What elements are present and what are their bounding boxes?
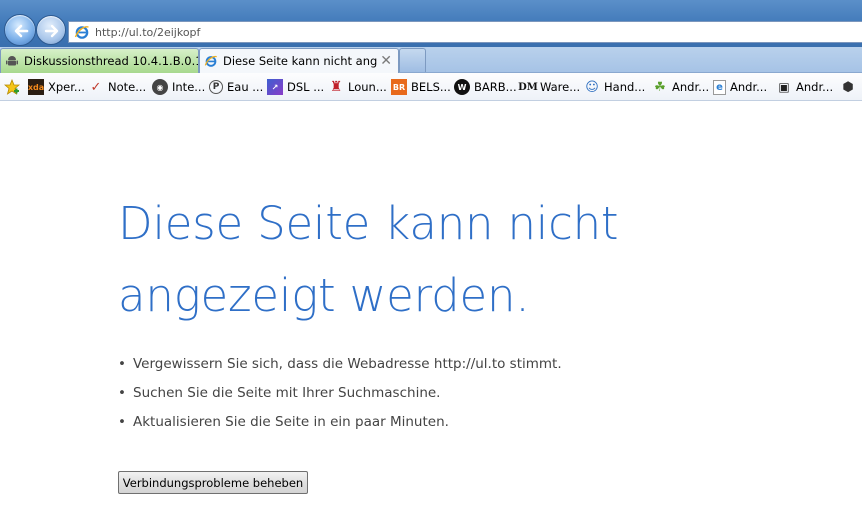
fix-connection-button[interactable]: Verbindungsprobleme beheben xyxy=(118,471,308,494)
new-tab-button[interactable] xyxy=(399,48,426,72)
tab-label: Diskussionsthread 10.4.1.B.0.10... xyxy=(24,54,198,68)
tab-error-page[interactable]: Diese Seite kann nicht ange... ✕ xyxy=(199,48,399,73)
favorite-label: BELS... xyxy=(411,80,451,94)
tab-label: Diese Seite kann nicht ange... xyxy=(223,54,378,68)
close-icon[interactable]: ✕ xyxy=(380,53,392,69)
list-item: • Vergewissern Sie sich, dass die Webadre… xyxy=(118,350,562,379)
chair-icon: ♜ xyxy=(329,79,343,95)
favorite-xper[interactable]: xda Xper... xyxy=(28,73,85,101)
favorites-star-icon[interactable] xyxy=(4,79,20,95)
favorite-label: Andr... xyxy=(796,80,834,94)
notebook-icon: ✓ xyxy=(90,79,102,95)
favorite-note[interactable]: ✓ Note... xyxy=(88,73,147,101)
favorite-label: Eau ... xyxy=(227,80,264,94)
favorite-label: BARB... xyxy=(474,80,517,94)
favorite-label: DSL ... xyxy=(287,80,325,94)
ie-icon xyxy=(204,55,217,67)
favorite-label: Note... xyxy=(108,80,147,94)
favorite-overflow[interactable]: ⬢ xyxy=(840,73,860,101)
favorite-loun[interactable]: ♜ Loun... xyxy=(328,73,387,101)
xda-icon: xda xyxy=(28,79,44,95)
favorite-bels[interactable]: BR BELS... xyxy=(391,73,451,101)
favorite-label: Loun... xyxy=(348,80,387,94)
favorite-hand[interactable]: ☺ Hand... xyxy=(584,73,645,101)
barb-icon: W xyxy=(454,79,470,95)
ie-page-icon: e xyxy=(713,79,726,95)
tab-diskussionsthread[interactable]: Diskussionsthread 10.4.1.B.0.10... xyxy=(0,48,199,73)
list-item: • Suchen Sie die Seite mit Ihrer Suchmasc… xyxy=(118,379,562,408)
bullet-icon: • xyxy=(118,356,126,372)
favorite-eau[interactable]: P Eau ... xyxy=(209,73,263,101)
favorites-bar: xda Xper... ✓ Note... ◉ Inte... P Eau ..… xyxy=(0,73,862,101)
favorite-andr-2[interactable]: e Andr... xyxy=(713,73,767,101)
ie-icon xyxy=(74,26,89,39)
suggestion-list: • Vergewissern Sie sich, dass die Webadre… xyxy=(118,350,562,437)
favorite-label: Andr... xyxy=(672,80,710,94)
dark-icon: ▣ xyxy=(778,80,790,94)
android-green-icon: ☘ xyxy=(654,79,666,95)
arrow-right-icon xyxy=(44,24,59,38)
favorite-label: Inte... xyxy=(172,80,206,94)
favorite-barb[interactable]: W BARB... xyxy=(454,73,517,101)
suggestion-text: Suchen Sie die Seite mit Ihrer Suchmasch… xyxy=(133,385,441,401)
favorite-andr-3[interactable]: ▣ Andr... xyxy=(776,73,833,101)
favorite-label: Xper... xyxy=(48,80,85,94)
br-icon: BR xyxy=(391,79,407,95)
address-bar[interactable] xyxy=(68,21,862,43)
tab-strip: Diskussionsthread 10.4.1.B.0.10... Diese… xyxy=(0,47,862,73)
browser-titlebar xyxy=(0,0,862,47)
list-item: • Aktualisieren Sie die Seite in ein paar… xyxy=(118,408,562,437)
address-input[interactable] xyxy=(95,23,795,41)
favorite-inte[interactable]: ◉ Inte... xyxy=(152,73,205,101)
back-button[interactable] xyxy=(4,14,36,46)
dm-icon: DM xyxy=(518,81,538,93)
favorite-label: Andr... xyxy=(730,80,768,94)
forward-button[interactable] xyxy=(36,15,66,45)
suggestion-text: Aktualisieren Sie die Seite in ein paar … xyxy=(133,414,449,430)
android-icon xyxy=(6,56,18,66)
android-icon: ⬢ xyxy=(842,79,854,95)
bullet-icon: • xyxy=(118,414,126,430)
arrow-left-icon xyxy=(14,24,29,38)
suggestion-text: Vergewissern Sie sich, dass die Webadres… xyxy=(133,356,562,372)
favorite-ware[interactable]: DM Ware... xyxy=(518,73,581,101)
p-circle-icon: P xyxy=(209,80,223,94)
headphones-icon: ◉ xyxy=(152,79,168,95)
favorite-label: Ware... xyxy=(540,80,581,94)
favorite-dsl[interactable]: ↗ DSL ... xyxy=(267,73,324,101)
smiley-icon: ☺ xyxy=(585,79,599,95)
bullet-icon: • xyxy=(118,385,126,401)
dsl-icon: ↗ xyxy=(267,79,283,95)
favorite-andr-1[interactable]: ☘ Andr... xyxy=(652,73,709,101)
error-headline: Diese Seite kann nicht angezeigt werden. xyxy=(118,197,619,322)
favorite-label: Hand... xyxy=(604,80,646,94)
